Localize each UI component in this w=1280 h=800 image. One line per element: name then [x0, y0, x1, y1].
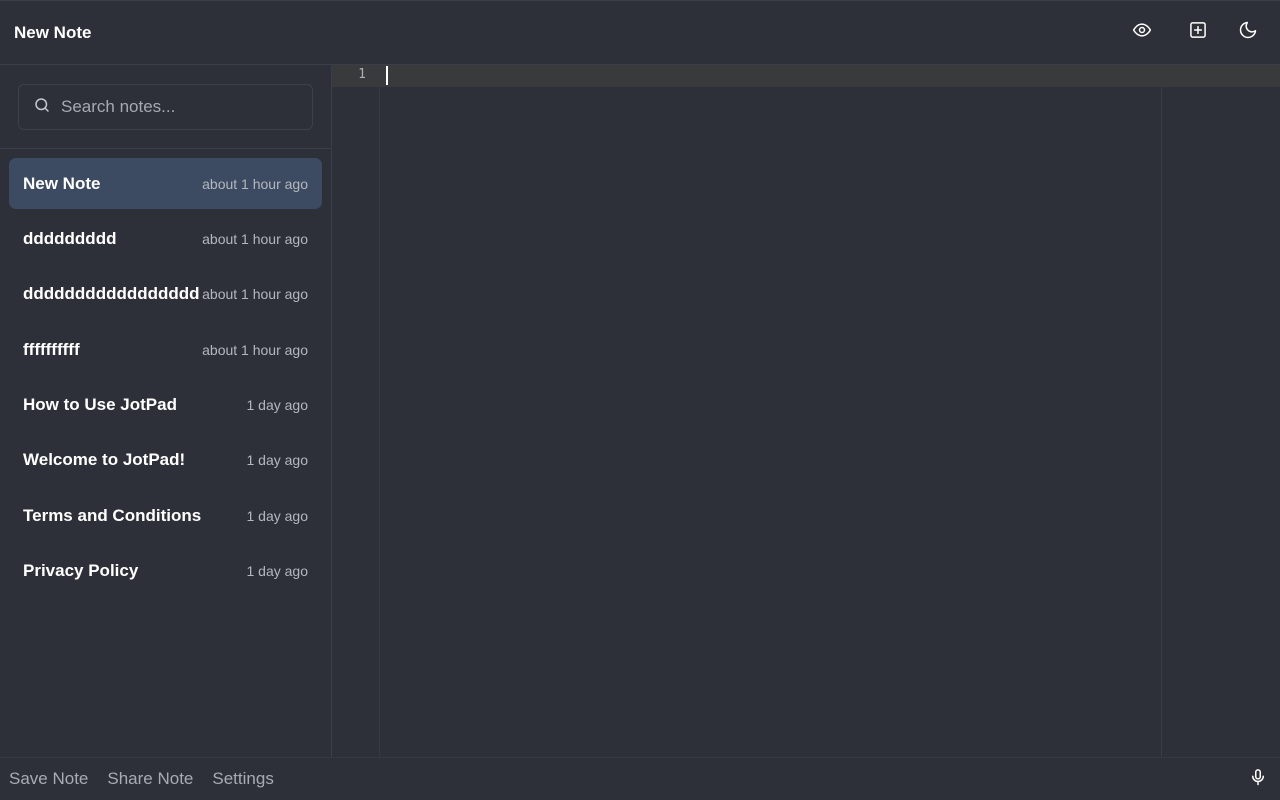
note-item-time: 1 day ago — [246, 397, 309, 414]
note-list-item[interactable]: Terms and Conditions 1 day ago — [9, 490, 322, 541]
note-editor[interactable]: 1 — [332, 65, 1280, 757]
note-item-time: 1 day ago — [246, 507, 309, 524]
note-item-time: about 1 hour ago — [202, 230, 308, 247]
note-list-item[interactable]: New Note about 1 hour ago — [9, 158, 322, 209]
moon-icon — [1238, 20, 1258, 45]
notes-sidebar: New Note about 1 hour ago ddddddddd abou… — [0, 65, 332, 757]
note-item-title: How to Use JotPad — [23, 395, 177, 415]
share-note-button[interactable]: Share Note — [107, 769, 193, 789]
note-list-item[interactable]: ffffffffff about 1 hour ago — [9, 324, 322, 375]
note-item-title: ddddddddd — [23, 228, 117, 248]
note-item-title: Terms and Conditions — [23, 505, 202, 525]
search-section — [0, 65, 331, 149]
note-list-item[interactable]: Welcome to JotPad! 1 day ago — [9, 435, 322, 486]
save-note-button[interactable]: Save Note — [9, 769, 88, 789]
note-list-item[interactable]: ddddddddd about 1 hour ago — [9, 213, 322, 264]
column-ruler — [1161, 87, 1162, 757]
theme-toggle-button[interactable] — [1226, 13, 1270, 53]
line-number: 1 — [358, 67, 366, 82]
note-item-title: Privacy Policy — [23, 561, 139, 581]
note-item-title: New Note — [23, 173, 101, 193]
footer-bar: Save Note Share Note Settings — [0, 757, 1280, 800]
search-input[interactable] — [61, 97, 291, 117]
search-icon — [33, 96, 51, 119]
new-note-button[interactable] — [1170, 13, 1226, 53]
note-list-item[interactable]: Privacy Policy 1 day ago — [9, 546, 322, 597]
note-item-time: about 1 hour ago — [202, 341, 308, 358]
note-item-time: 1 day ago — [246, 452, 309, 469]
header-bar: New Note — [0, 0, 1280, 65]
line-number-gutter — [332, 65, 380, 757]
eye-icon — [1132, 20, 1152, 45]
note-item-time: about 1 hour ago — [202, 286, 308, 303]
plus-square-icon — [1188, 20, 1208, 45]
active-line-highlight — [332, 65, 1280, 87]
header-actions — [1114, 13, 1266, 53]
note-list-item[interactable]: How to Use JotPad 1 day ago — [9, 380, 322, 431]
microphone-icon — [1249, 767, 1267, 792]
app-window: New Note Search notes... New Note about … — [0, 0, 1280, 800]
note-list-item[interactable]: ddddddddddddddddd about 1 hour ago — [9, 269, 322, 320]
search-box[interactable] — [18, 84, 313, 130]
note-item-title: ffffffffff — [23, 339, 80, 359]
note-item-title: ddddddddddddddddd — [23, 284, 200, 304]
settings-button[interactable]: Settings — [212, 769, 273, 789]
note-title-heading: New Note — [14, 22, 92, 42]
voice-input-button[interactable] — [1243, 764, 1273, 794]
note-item-time: about 1 hour ago — [202, 175, 308, 192]
note-item-time: 1 day ago — [246, 563, 309, 580]
text-cursor — [386, 66, 388, 85]
footer-links: Save Note Share Note Settings — [9, 769, 274, 789]
note-item-title: Welcome to JotPad! — [23, 450, 186, 470]
note-list: New Note about 1 hour ago ddddddddd abou… — [0, 149, 331, 597]
preview-button[interactable] — [1114, 13, 1170, 53]
